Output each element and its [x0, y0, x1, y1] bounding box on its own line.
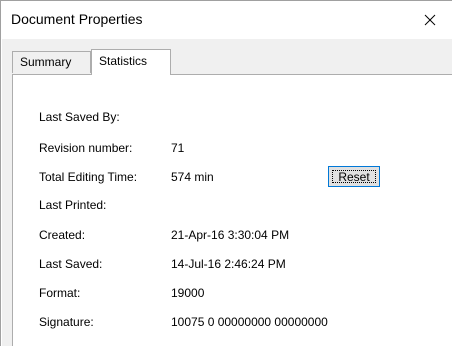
format-value: 19000	[171, 286, 205, 300]
last-saved-label: Last Saved:	[39, 257, 103, 271]
last-saved-by-label: Last Saved By:	[39, 110, 120, 124]
close-icon	[424, 14, 436, 26]
created-label: Created:	[39, 228, 86, 242]
revision-number-value: 71	[171, 141, 185, 155]
reset-button-label: Reset	[332, 170, 376, 184]
last-printed-label: Last Printed:	[39, 198, 107, 212]
created-value: 21-Apr-16 3:30:04 PM	[171, 228, 290, 242]
revision-number-label: Revision number:	[39, 141, 133, 155]
last-saved-value: 14-Jul-16 2:46:24 PM	[171, 257, 286, 271]
reset-button[interactable]: Reset	[328, 166, 380, 187]
signature-label: Signature:	[39, 315, 94, 329]
title-bar[interactable]: Document Properties	[1, 1, 452, 39]
tab-summary[interactable]: Summary	[12, 51, 91, 73]
total-editing-time-value: 574 min	[171, 170, 214, 184]
signature-value: 10075 0 00000000 00000000	[171, 315, 328, 329]
tab-strip: Summary Statistics	[12, 49, 452, 75]
tab-statistics[interactable]: Statistics	[91, 49, 171, 75]
close-button[interactable]	[407, 1, 452, 39]
window-title: Document Properties	[11, 11, 143, 27]
document-properties-window: Document Properties Summary Statistics L…	[0, 0, 452, 346]
format-label: Format:	[39, 286, 81, 300]
statistics-panel: Last Saved By: Revision number: 71 Total…	[12, 74, 452, 346]
total-editing-time-label: Total Editing Time:	[39, 170, 138, 184]
dialog-client-area: Summary Statistics Last Saved By: Revisi…	[2, 39, 452, 346]
